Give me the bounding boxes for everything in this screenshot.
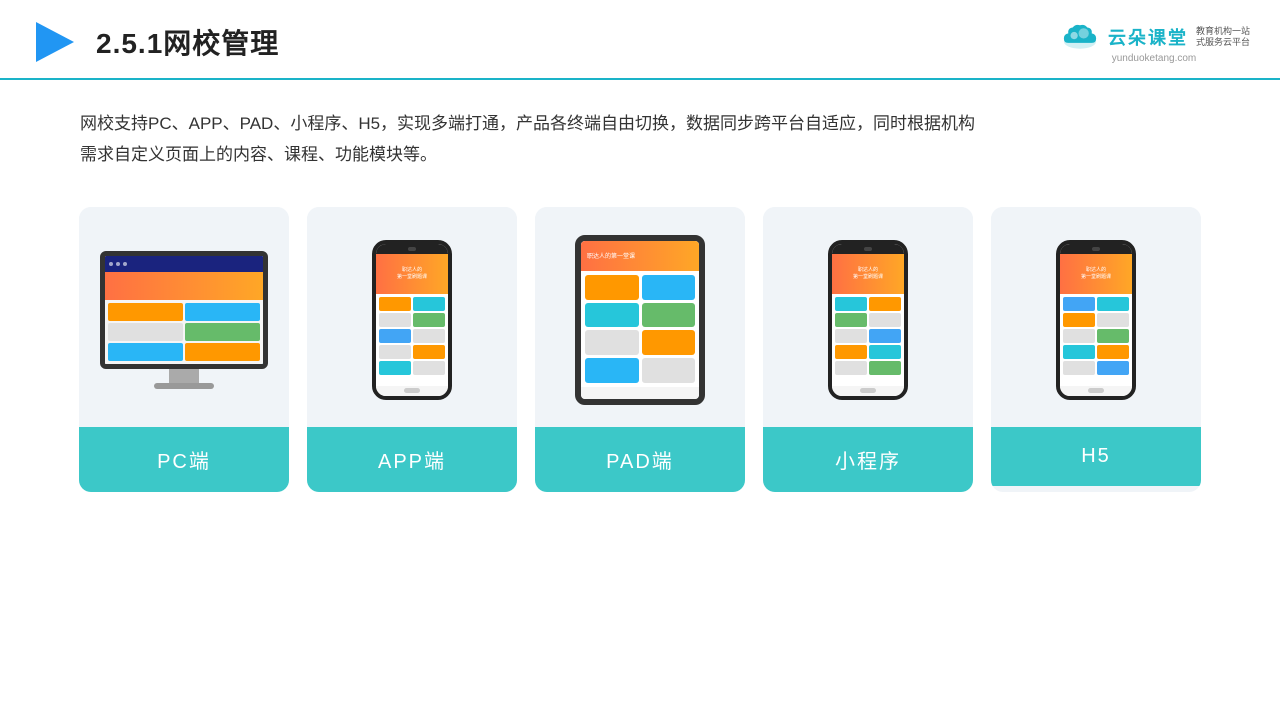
h5-phone-icon: 职达人的第一堂刷题课	[1056, 240, 1136, 400]
card-miniprogram: 职达人的第一堂刷题课	[763, 207, 973, 492]
card-h5: 职达人的第一堂刷题课	[991, 207, 1201, 492]
cloud-logo-icon	[1058, 21, 1102, 53]
description-block: 网校支持PC、APP、PAD、小程序、H5，实现多端打通，产品各终端自由切换，数…	[0, 80, 1280, 171]
brand-url: yunduoketang.com	[1112, 53, 1197, 64]
description-line1: 网校支持PC、APP、PAD、小程序、H5，实现多端打通，产品各终端自由切换，数…	[80, 108, 1200, 139]
description-line2: 需求自定义页面上的内容、课程、功能模块等。	[80, 139, 1200, 170]
page-header: 2.5.1网校管理 云朵课堂 教育机构一站 式服务云平台 yunduoketan…	[0, 0, 1280, 80]
platform-cards: PC端 职达人的第一堂刷题课	[0, 171, 1280, 492]
card-pc-image	[79, 207, 289, 427]
card-h5-image: 职达人的第一堂刷题课	[991, 207, 1201, 427]
brand-logo: 云朵课堂 教育机构一站 式服务云平台	[1058, 21, 1250, 53]
app-phone-icon: 职达人的第一堂刷题课	[372, 240, 452, 400]
brand-area: 云朵课堂 教育机构一站 式服务云平台 yunduoketang.com	[1058, 21, 1250, 64]
card-pc: PC端	[79, 207, 289, 492]
brand-slogan-line1: 教育机构一站	[1196, 26, 1250, 37]
header-left: 2.5.1网校管理	[30, 18, 279, 66]
pad-tablet-icon: 职达人的第一堂课	[575, 235, 705, 405]
page-title: 2.5.1网校管理	[96, 22, 279, 62]
card-app-label: APP端	[307, 427, 517, 492]
brand-slogan-line2: 式服务云平台	[1196, 37, 1250, 48]
card-pc-label: PC端	[79, 427, 289, 492]
logo-icon	[30, 18, 78, 66]
card-miniprogram-image: 职达人的第一堂刷题课	[763, 207, 973, 427]
card-pad: 职达人的第一堂课 PAD端	[535, 207, 745, 492]
pc-monitor-icon	[100, 251, 268, 389]
card-h5-label: H5	[991, 427, 1201, 486]
card-app: 职达人的第一堂刷题课	[307, 207, 517, 492]
card-pad-image: 职达人的第一堂课	[535, 207, 745, 427]
brand-name: 云朵课堂	[1108, 24, 1188, 50]
miniprogram-phone-icon: 职达人的第一堂刷题课	[828, 240, 908, 400]
card-app-image: 职达人的第一堂刷题课	[307, 207, 517, 427]
card-pad-label: PAD端	[535, 427, 745, 492]
card-miniprogram-label: 小程序	[763, 427, 973, 492]
